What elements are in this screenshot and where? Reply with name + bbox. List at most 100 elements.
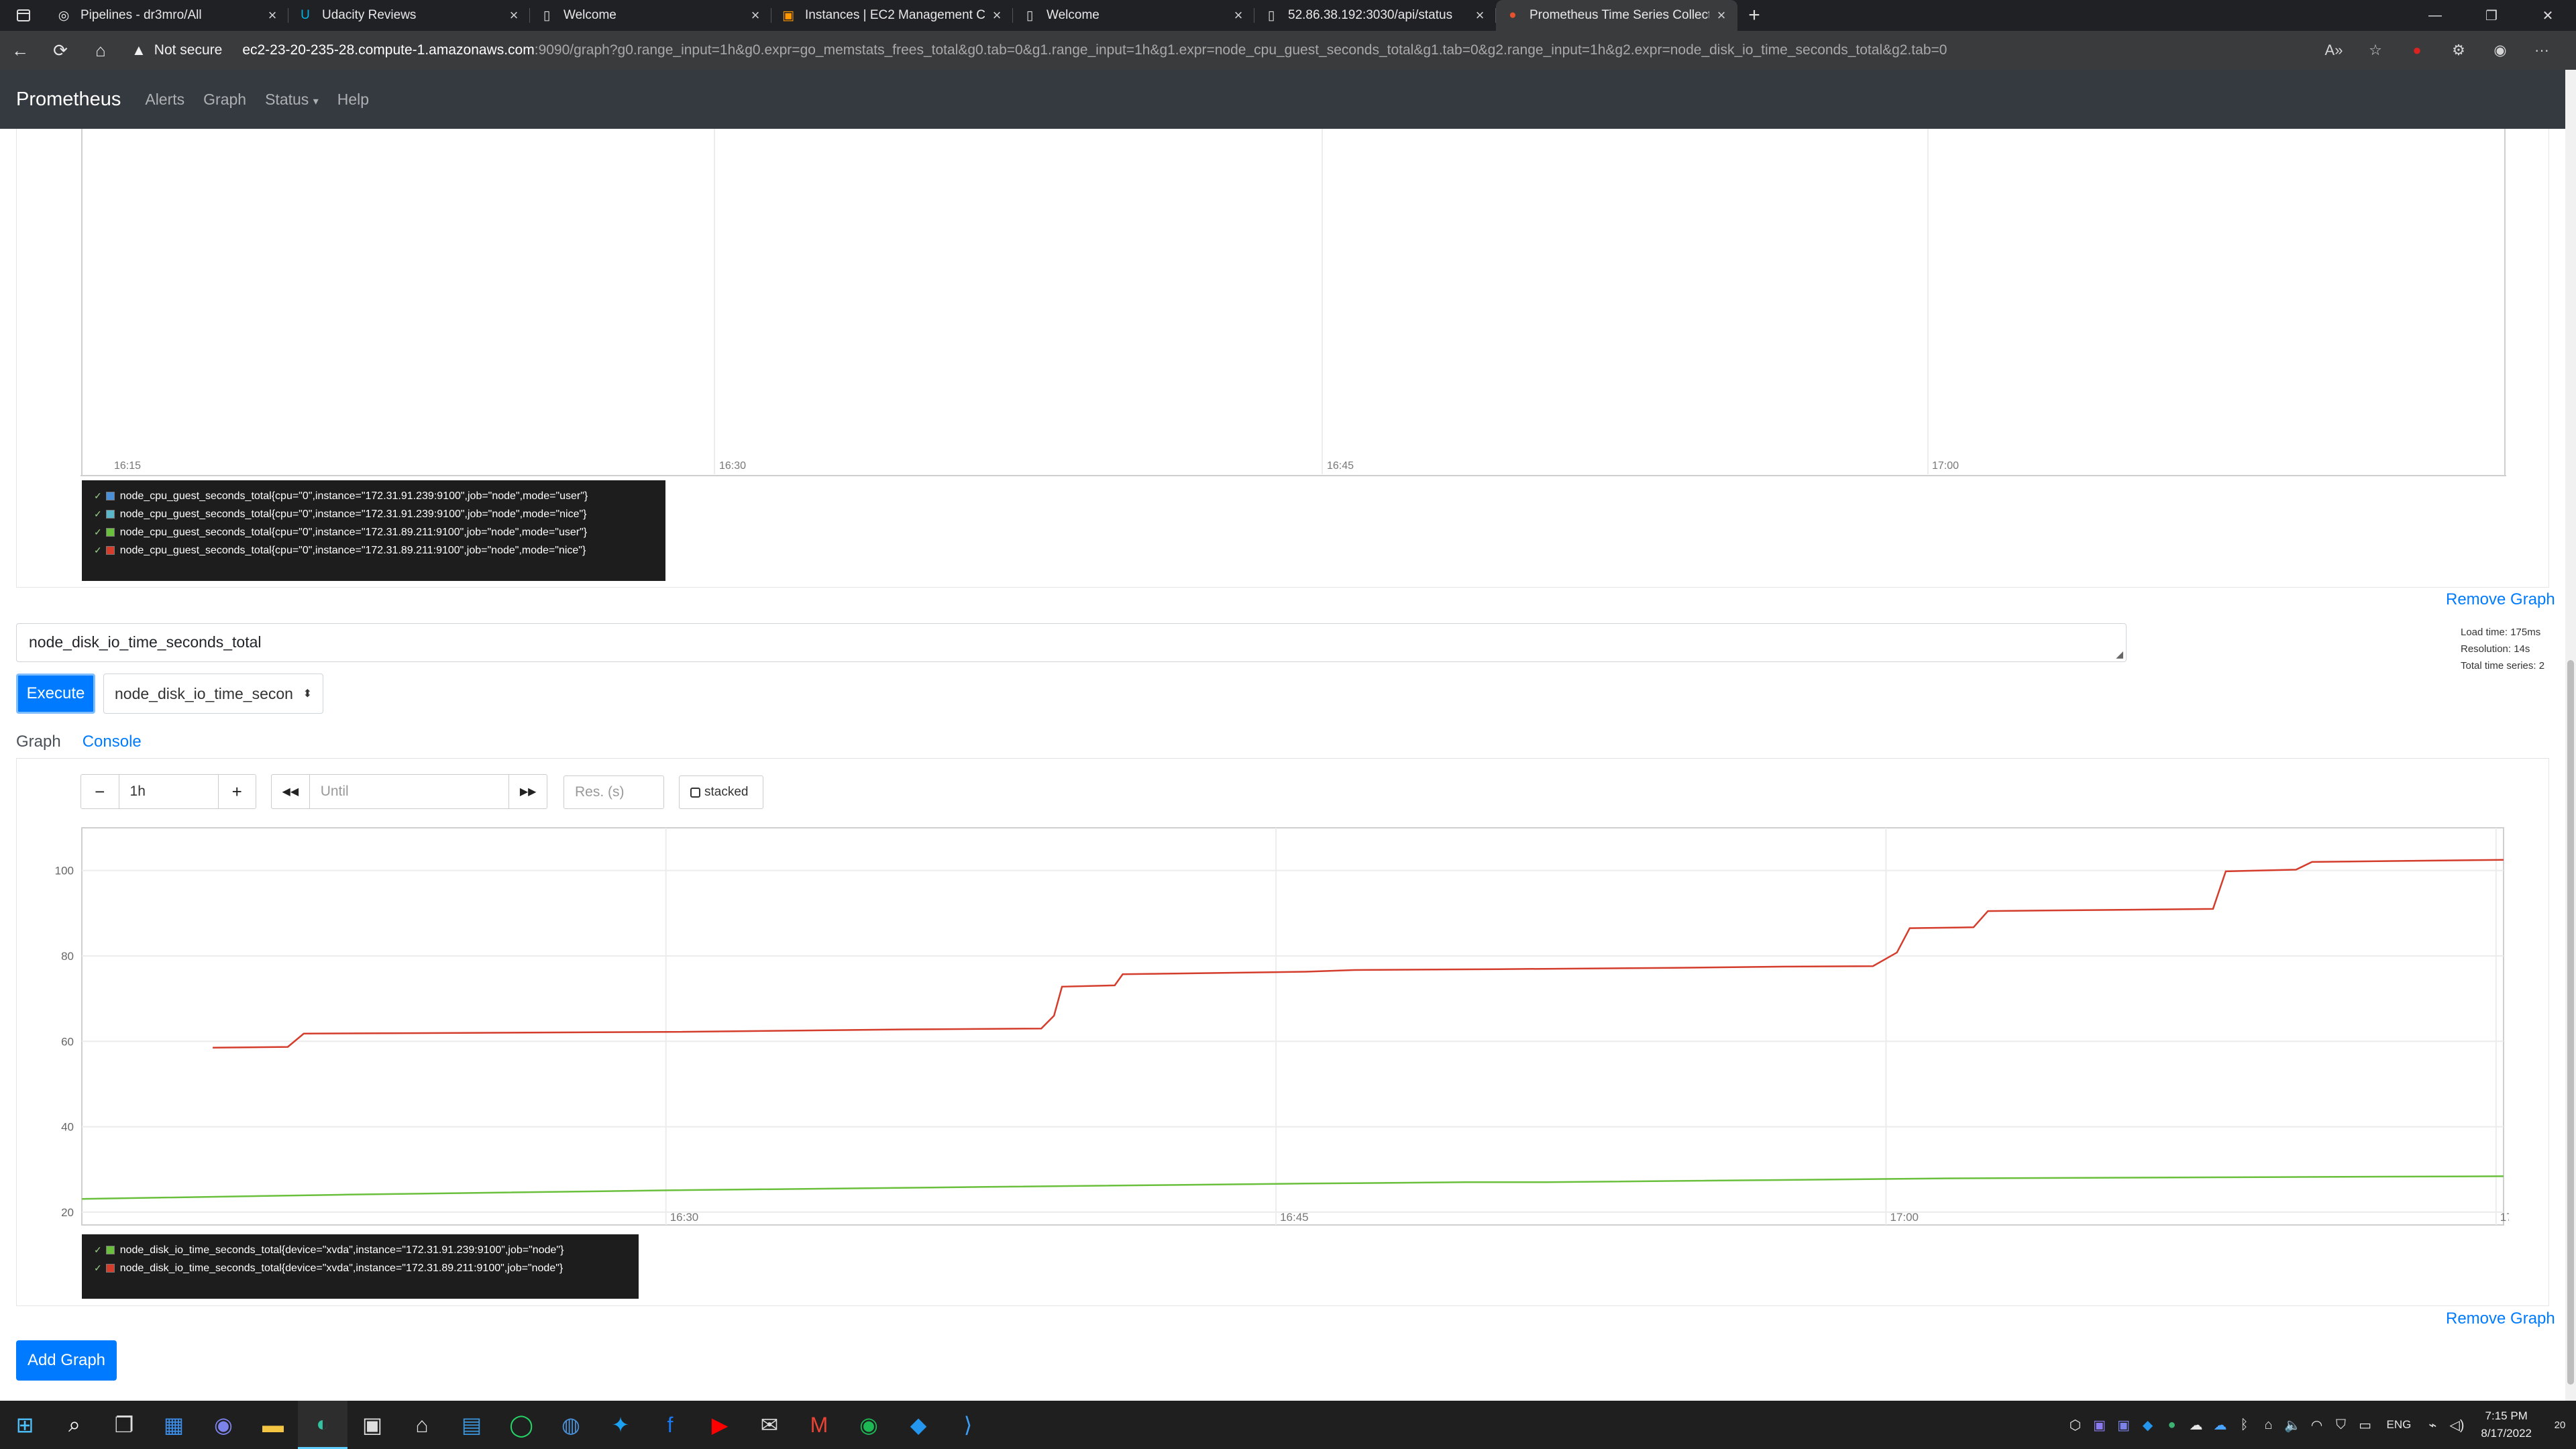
tab-graph[interactable]: Graph <box>16 733 61 751</box>
page-scrollbar[interactable] <box>2565 70 2576 1401</box>
remove-graph-link[interactable]: Remove Graph <box>2446 590 2555 609</box>
security-icon[interactable]: ⛉ <box>2329 1417 2353 1433</box>
bluetooth-icon[interactable]: ᛒ <box>2233 1417 2257 1433</box>
windows-start-icon[interactable]: ⊞ <box>0 1401 50 1449</box>
file-explorer-icon[interactable]: ▬ <box>248 1401 298 1449</box>
close-tab-icon[interactable]: × <box>507 7 521 24</box>
github-icon: ◎ <box>58 8 70 23</box>
browser-tab[interactable]: ● Prometheus Time Series Collecti × <box>1496 0 1737 31</box>
browser-tab[interactable]: ▣ Instances | EC2 Management Co × <box>771 0 1013 31</box>
speaker-icon[interactable]: ◁) <box>2445 1417 2469 1434</box>
tab-actions-icon[interactable] <box>0 0 47 31</box>
search-icon[interactable]: ⌕ <box>50 1401 99 1449</box>
tray-onedrive-icon[interactable]: ☁ <box>2184 1417 2208 1434</box>
extension-icon[interactable]: ● <box>2396 42 2438 59</box>
browser-tab[interactable]: ▯ Welcome × <box>1013 0 1254 31</box>
facebook-icon[interactable]: f <box>645 1401 695 1449</box>
tray-teams-icon[interactable]: ▣ <box>2112 1417 2136 1434</box>
close-window-icon[interactable]: ✕ <box>2520 0 2576 31</box>
metric-select[interactable]: node_disk_io_time_secon ⬍ <box>103 674 323 714</box>
vpn-icon[interactable]: ◍ <box>546 1401 596 1449</box>
wifi-icon[interactable]: ◠ <box>2305 1417 2329 1434</box>
clock[interactable]: 7:15 PM 8/17/2022 <box>2481 1407 2532 1442</box>
increase-range-button[interactable]: + <box>219 774 256 809</box>
tray-onedrive-icon[interactable]: ☁ <box>2208 1417 2233 1434</box>
range-input[interactable]: 1h <box>118 774 219 809</box>
extensions-icon[interactable]: ⚙ <box>2438 42 2479 59</box>
browser-tab[interactable]: ▯ 52.86.38.192:3030/api/status × <box>1254 0 1496 31</box>
nav-graph[interactable]: Graph <box>203 91 246 109</box>
remove-graph-link[interactable]: Remove Graph <box>2446 1309 2555 1328</box>
task-view-icon[interactable]: ❐ <box>99 1401 149 1449</box>
gmail-icon[interactable]: M <box>794 1401 844 1449</box>
browser-tab[interactable]: ◎ Pipelines - dr3mro/All × <box>47 0 288 31</box>
close-tab-icon[interactable]: × <box>990 7 1004 24</box>
fast-forward-icon[interactable]: ▶▶ <box>509 774 547 809</box>
close-tab-icon[interactable]: × <box>1715 7 1728 24</box>
resolution-input[interactable]: Res. (s) <box>564 775 664 809</box>
minimize-icon[interactable]: — <box>2407 0 2463 31</box>
stacked-toggle[interactable]: stacked <box>679 775 763 809</box>
refresh-icon[interactable]: ⟳ <box>40 31 80 70</box>
until-input[interactable]: Until <box>309 774 510 809</box>
legend-item[interactable]: ✓ node_cpu_guest_seconds_total{cpu="0",in… <box>94 523 653 541</box>
tray-app-icon[interactable]: ▣ <box>2088 1417 2112 1434</box>
docker-icon[interactable]: ◆ <box>894 1401 943 1449</box>
close-tab-icon[interactable]: × <box>1232 7 1245 24</box>
security-indicator[interactable]: ▲ Not secure <box>131 42 222 59</box>
edge-icon[interactable]: ◐ <box>298 1401 347 1449</box>
vscode-icon[interactable]: ⟩ <box>943 1401 993 1449</box>
execute-button[interactable]: Execute <box>16 674 95 714</box>
resize-grip-icon[interactable]: ◢ <box>2116 649 2123 660</box>
profile-avatar-icon[interactable]: ◉ <box>2479 42 2521 59</box>
nav-status[interactable]: Status ▾ <box>265 91 319 109</box>
favorites-add-icon[interactable]: ☆ <box>2355 42 2396 59</box>
legend-item[interactable]: ✓ node_disk_io_time_seconds_total{device=… <box>94 1259 627 1277</box>
nav-alerts[interactable]: Alerts <box>145 91 184 109</box>
language-indicator[interactable]: ENG <box>2387 1418 2412 1432</box>
tab-console[interactable]: Console <box>83 733 142 751</box>
close-tab-icon[interactable]: × <box>266 7 279 24</box>
new-tab-button[interactable]: + <box>1737 0 1771 31</box>
legend-item[interactable]: ✓ node_disk_io_time_seconds_total{device=… <box>94 1241 627 1259</box>
legend-item[interactable]: ✓ node_cpu_guest_seconds_total{cpu="0",in… <box>94 505 653 523</box>
scrollbar-thumb[interactable] <box>2567 660 2574 1385</box>
tray-app-icon[interactable]: ⌂ <box>2257 1417 2281 1433</box>
browser-tab[interactable]: ▯ Welcome × <box>530 0 771 31</box>
close-tab-icon[interactable]: × <box>1473 7 1487 24</box>
maximize-icon[interactable]: ❐ <box>2463 0 2520 31</box>
brand-link[interactable]: Prometheus <box>16 89 121 111</box>
teams-chat-icon[interactable]: ◉ <box>199 1401 248 1449</box>
battery-icon[interactable]: ▭ <box>2353 1417 2377 1434</box>
sandbox-icon[interactable]: ⌂ <box>397 1401 447 1449</box>
legend-item[interactable]: ✓ node_cpu_guest_seconds_total{cpu="0",in… <box>94 487 653 505</box>
volume-icon[interactable]: 🔈 <box>2281 1417 2305 1434</box>
notifications-badge[interactable]: 20 <box>2544 1419 2576 1431</box>
network-icon[interactable]: ⌁ <box>2420 1417 2445 1434</box>
legend-item[interactable]: ✓ node_cpu_guest_seconds_total{cpu="0",in… <box>94 541 653 559</box>
total-series: Total time series: 2 <box>2461 660 2545 672</box>
read-aloud-icon[interactable]: A» <box>2313 42 2355 59</box>
store-icon[interactable]: ▣ <box>347 1401 397 1449</box>
app-icon[interactable]: ▤ <box>447 1401 496 1449</box>
url-field[interactable]: ▲ Not secure ec2-23-20-235-28.compute-1.… <box>131 36 2313 65</box>
home-icon[interactable]: ⌂ <box>80 31 121 70</box>
youtube-icon[interactable]: ▶ <box>695 1401 745 1449</box>
tray-app-icon[interactable]: ⬡ <box>2063 1417 2088 1434</box>
widgets-icon[interactable]: ▦ <box>149 1401 199 1449</box>
spotify-icon[interactable]: ◉ <box>844 1401 894 1449</box>
expression-input[interactable]: node_disk_io_time_seconds_total ◢ <box>16 623 2127 662</box>
back-icon[interactable]: ← <box>0 31 40 70</box>
more-menu-icon[interactable]: ··· <box>2521 42 2563 59</box>
browser-tab[interactable]: U Udacity Reviews × <box>288 0 530 31</box>
close-tab-icon[interactable]: × <box>749 7 762 24</box>
tray-docker-icon[interactable]: ◆ <box>2136 1417 2160 1434</box>
rewind-icon[interactable]: ◀◀ <box>272 774 309 809</box>
tray-app-icon[interactable]: ● <box>2160 1417 2184 1433</box>
whatsapp-icon[interactable]: ◯ <box>496 1401 546 1449</box>
twitter-icon[interactable]: ✦ <box>596 1401 645 1449</box>
nav-help[interactable]: Help <box>337 91 369 109</box>
mail-app-icon[interactable]: ✉ <box>745 1401 794 1449</box>
add-graph-button[interactable]: Add Graph <box>16 1340 117 1381</box>
decrease-range-button[interactable]: − <box>81 774 119 809</box>
